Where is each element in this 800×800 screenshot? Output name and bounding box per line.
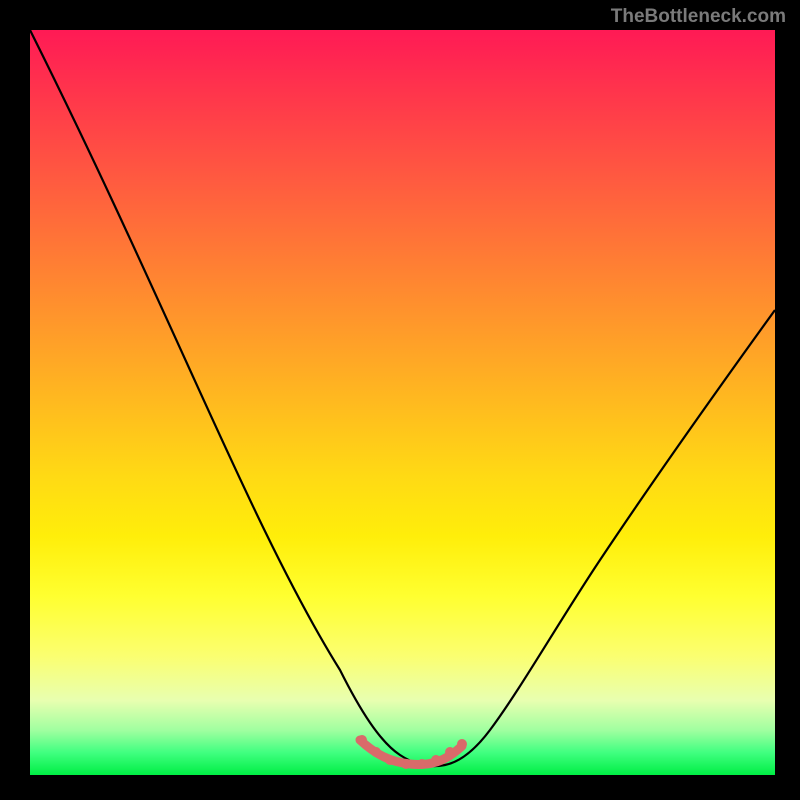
curve-svg [30, 30, 775, 775]
plot-area [30, 30, 775, 775]
chart-container: TheBottleneck.com [0, 0, 800, 800]
watermark-text: TheBottleneck.com [611, 6, 786, 28]
bottleneck-curve [30, 30, 775, 766]
